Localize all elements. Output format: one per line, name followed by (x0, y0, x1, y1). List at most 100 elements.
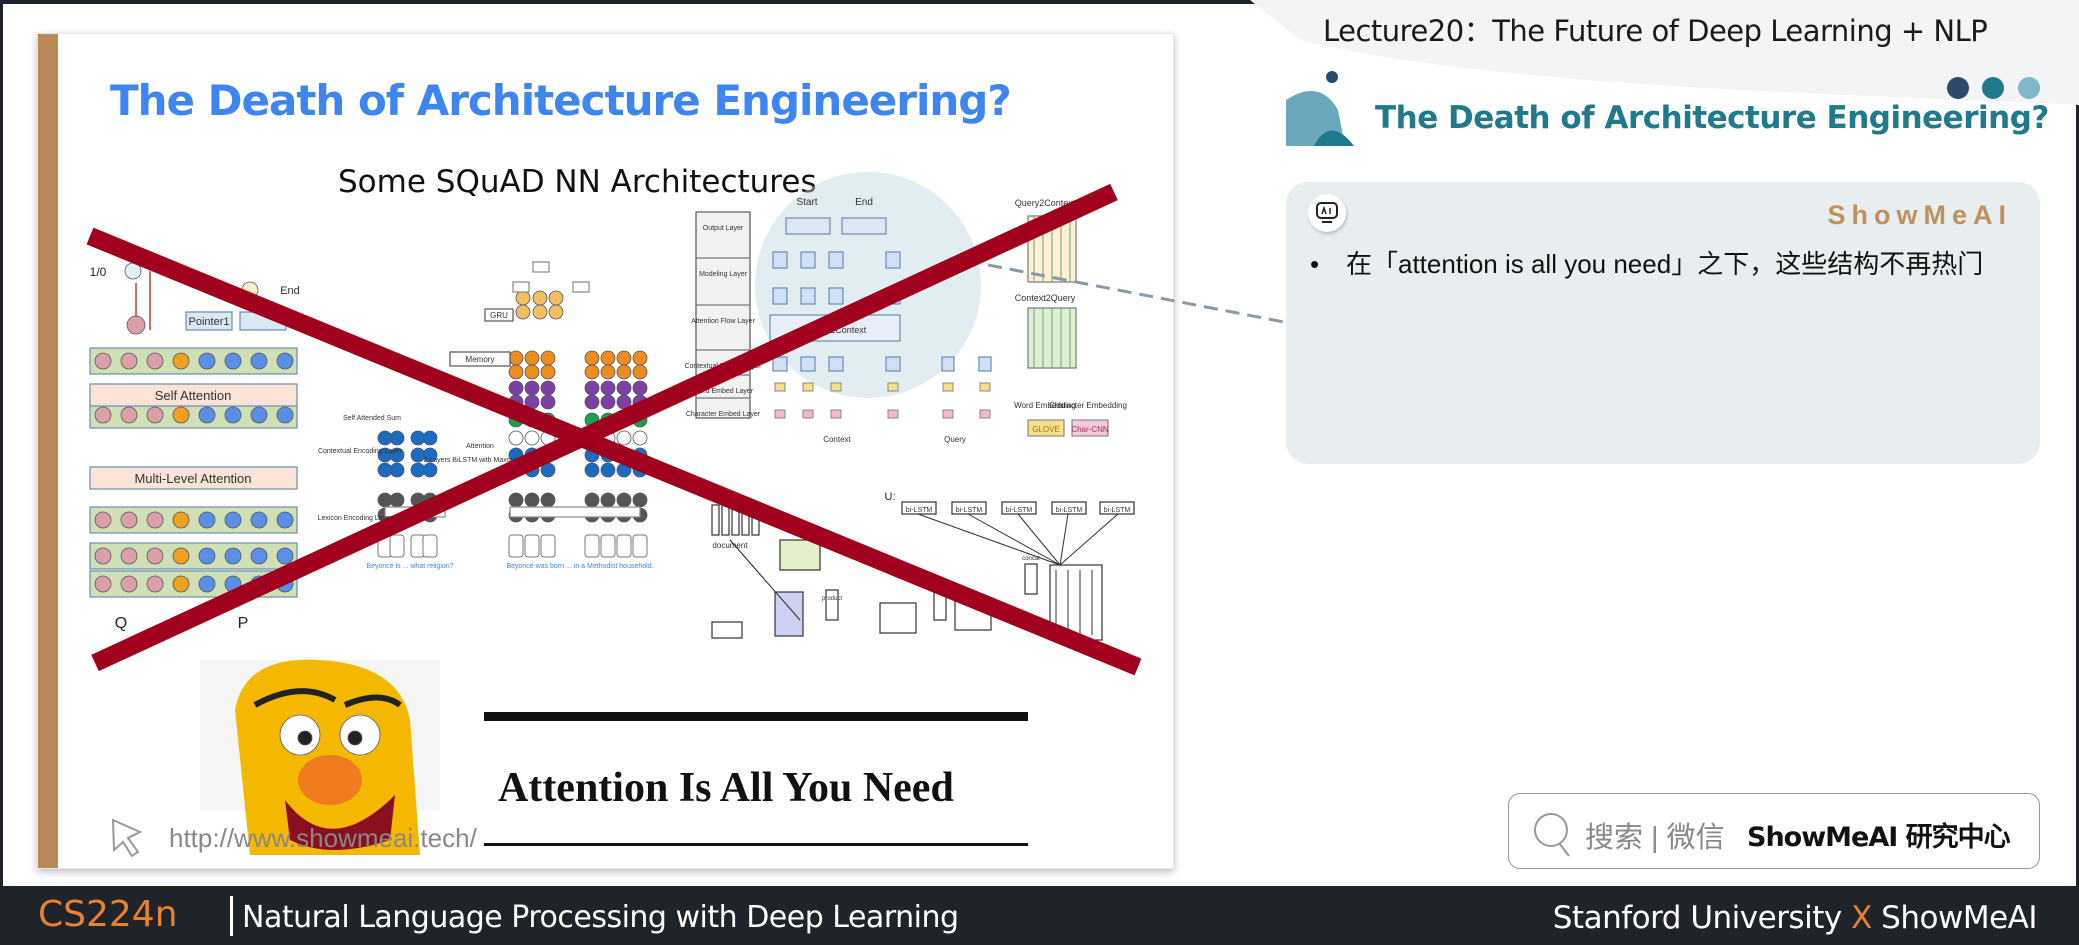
diagram-node (276, 352, 294, 370)
diagram-box (825, 589, 839, 621)
diagram-node (146, 547, 164, 565)
diagram-token (540, 534, 556, 558)
diagram-box (828, 356, 844, 372)
diagram-label: bi-LSTM (956, 507, 983, 514)
diagram-node (94, 352, 112, 370)
diagram-node (584, 394, 600, 410)
diagram-node (146, 352, 164, 370)
bullet-text: 在「attention is all you need」之下，这些结构不再热门 (1346, 249, 1984, 279)
diagram-label: bi-LSTM (1104, 507, 1131, 514)
diagram-label: U: (885, 491, 896, 503)
diagram-edge (1059, 513, 1119, 566)
diagram-node (172, 511, 190, 529)
diagram-label: Context2Query (1015, 293, 1076, 303)
footer-divider (230, 896, 233, 936)
diagram-token (632, 534, 648, 558)
diagram-node (250, 547, 268, 565)
diagram-label: Query (944, 435, 966, 444)
diagram-box (828, 251, 844, 269)
diagram-node (584, 380, 600, 396)
diagram-node (198, 406, 216, 424)
diagram-node (224, 352, 242, 370)
diagram-node (120, 511, 138, 529)
diagram-node (632, 430, 648, 446)
diagram-box (828, 287, 844, 305)
diagram-token (942, 382, 954, 392)
diagram-node (250, 406, 268, 424)
diagram-node (146, 511, 164, 529)
diagram-box (721, 504, 730, 536)
diagram-box (779, 539, 821, 571)
diagram-node (548, 304, 564, 320)
diagram-node (540, 350, 556, 366)
diagram-edge (967, 513, 1061, 566)
diagram-node (347, 730, 363, 746)
diagram-node (508, 364, 524, 380)
diagram-node (172, 547, 190, 565)
diagram-box (711, 621, 743, 639)
diagram-token (389, 534, 405, 558)
diagram-node (94, 547, 112, 565)
diagram-node (224, 511, 242, 529)
diagram-node (120, 575, 138, 593)
diagram-node (389, 462, 405, 478)
diagram-label: Q (115, 615, 127, 632)
search-box[interactable]: 搜索 | 微信 ShowMeAI 研究中心 (1508, 793, 2040, 869)
diagram-node (616, 380, 632, 396)
course-name: Natural Language Processing with Deep Le… (242, 900, 959, 935)
partner-stanford: Stanford University (1552, 900, 1842, 936)
diagram-node (632, 364, 648, 380)
watermark-url[interactable]: http://www.showmeai.tech/ (169, 823, 477, 854)
diagram-token (979, 409, 991, 419)
diagram-node (600, 380, 616, 396)
diagram-box (772, 251, 788, 269)
diagram-box (774, 591, 804, 637)
diagram-node (524, 430, 540, 446)
diagram-node (632, 380, 648, 396)
diagram-token (887, 409, 899, 419)
diagram-label: End (855, 197, 873, 208)
diagram-node (532, 290, 548, 306)
diagram-label: Pointer1 (189, 316, 230, 328)
cursor-icon (111, 818, 143, 858)
diagram-token (802, 409, 814, 419)
diagram-box (885, 251, 901, 269)
diagram-token (422, 534, 438, 558)
diagram-node (524, 364, 540, 380)
diagram-token (802, 382, 814, 392)
diagram-node (616, 350, 632, 366)
diagram-box (711, 504, 720, 536)
note-card: ShowMeAI • 在「attention is all you need」之下… (1286, 182, 2040, 464)
diagram-node (540, 364, 556, 380)
diagram-node (600, 350, 616, 366)
diagram-node (508, 430, 524, 446)
diagram-node (224, 406, 242, 424)
diagram-node (224, 547, 242, 565)
diagram-token (774, 382, 786, 392)
diagram-box (800, 287, 816, 305)
bullet-item: • 在「attention is all you need」之下，这些结构不再热门 (1310, 244, 1983, 281)
diagram-node (422, 462, 438, 478)
search-icon (1534, 813, 1570, 857)
diagram-token (584, 534, 600, 558)
diagram-node (276, 511, 294, 529)
diagram-node (146, 406, 164, 424)
lecture-title: Lecture20：The Future of Deep Learning + … (1323, 14, 1988, 48)
diagram-node (508, 350, 524, 366)
diagram-node (276, 547, 294, 565)
diagram-token (508, 534, 524, 558)
partner-x: X (1851, 900, 1872, 936)
diagram-node (632, 492, 648, 508)
diagram-box (879, 602, 917, 634)
diagram-node (600, 492, 616, 508)
bert-nose (298, 755, 362, 805)
diagram-label: GRU (490, 311, 508, 320)
diagram-node (540, 380, 556, 396)
diagram-label: product (822, 596, 842, 602)
diagram-label: 2 Layers BiLSTM with Maxout (424, 457, 517, 464)
diagram-node (172, 406, 190, 424)
diagram-label: Character Embed Layer (686, 411, 761, 418)
diagram-node (250, 352, 268, 370)
search-account-name: ShowMeAI 研究中心 (1747, 822, 2011, 853)
diagram-box (509, 506, 641, 518)
